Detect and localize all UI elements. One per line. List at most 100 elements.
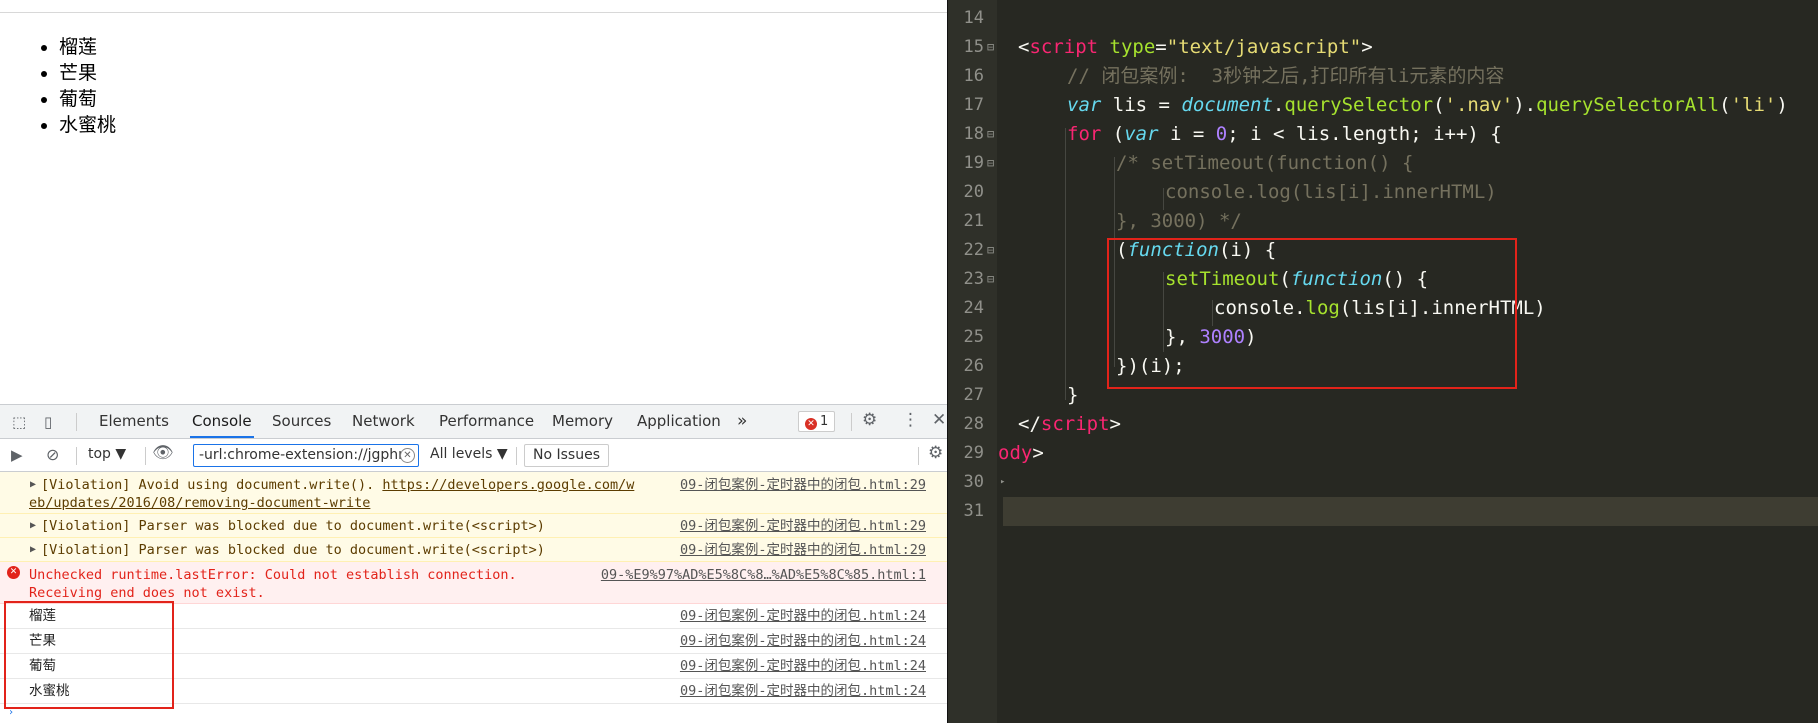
tab-memory[interactable]: Memory bbox=[552, 405, 613, 438]
console-error-row: ✕ Unchecked runtime.lastError: Could not… bbox=[0, 562, 947, 604]
list-item: 水蜜桃 bbox=[59, 112, 116, 138]
message-link-continued[interactable]: eb/updates/2016/08/removing-document-wri… bbox=[29, 494, 370, 512]
console-warning-row: ▶ [Violation] Parser was blocked due to … bbox=[0, 538, 947, 562]
fruit-list: 榴莲 芒果 葡萄 水蜜桃 bbox=[59, 34, 116, 138]
message-source-link[interactable]: 09-闭包案例-定时器中的闭包.html:24 bbox=[680, 682, 926, 700]
sidebar-toggle-icon[interactable]: ▶ bbox=[11, 447, 23, 463]
line-number: 31 bbox=[963, 501, 984, 521]
code-text: var lis = document.querySelector('.nav')… bbox=[1067, 94, 1788, 116]
line-number: 20 bbox=[963, 182, 984, 202]
error-icon: ✕ bbox=[7, 566, 20, 579]
console-toolbar: ▶ ⊘ top ▼ 👁 -url:chrome-extension://jgph… bbox=[0, 439, 947, 472]
warning-message: [Violation] Avoid using document.write()… bbox=[41, 476, 634, 494]
indent-guide bbox=[1065, 128, 1066, 400]
chevron-down-icon: ▼ bbox=[115, 446, 127, 462]
warning-message: [Violation] Parser was blocked due to do… bbox=[41, 542, 545, 558]
line-number: 17 bbox=[963, 95, 984, 115]
line-number: 15 bbox=[963, 37, 984, 57]
more-tabs-button[interactable]: » bbox=[737, 405, 747, 438]
list-item: 芒果 bbox=[59, 60, 116, 86]
line-number: 19 bbox=[963, 153, 984, 173]
message-source-link[interactable]: 09-%E9%97%AD%E5%8C%8…%AD%E5%8C%85.html:1 bbox=[601, 566, 926, 584]
warning-message: [Violation] Parser was blocked due to do… bbox=[41, 518, 545, 534]
code-editor: 14 15 ⊟ <script type="text/javascript"> … bbox=[947, 0, 1818, 723]
filter-text: -url:chrome-extension://jgphn bbox=[199, 447, 407, 463]
tab-application[interactable]: Application bbox=[637, 405, 721, 438]
error-message-continued: Receiving end does not exist. bbox=[29, 585, 265, 601]
clear-console-icon[interactable]: ⊘ bbox=[46, 447, 59, 463]
code-line: 19 ⊟ /* setTimeout(function() { bbox=[948, 149, 1818, 178]
code-comment: /* setTimeout(function() { bbox=[1116, 152, 1414, 174]
more-options-icon[interactable]: ⋮ bbox=[902, 412, 919, 429]
tab-console[interactable]: Console bbox=[190, 405, 254, 438]
expand-triangle-icon[interactable]: ▶ bbox=[30, 517, 36, 535]
fold-marker-icon[interactable]: ⊟ bbox=[987, 33, 994, 62]
issues-button[interactable]: No Issues bbox=[524, 444, 609, 467]
error-message: Unchecked runtime.lastError: Could not e… bbox=[29, 567, 517, 583]
code-line: 15 ⊟ <script type="text/javascript"> bbox=[948, 33, 1818, 62]
code-comment: console.log(lis[i].innerHTML) bbox=[1165, 181, 1497, 203]
code-text: <script type="text/javascript"> bbox=[1018, 36, 1373, 58]
message-source-link[interactable]: 09-闭包案例-定时器中的闭包.html:24 bbox=[680, 607, 926, 625]
line-number: 18 bbox=[963, 124, 984, 144]
close-icon[interactable]: ✕ bbox=[932, 412, 946, 429]
code-line: 18 ⊟ for (var i = 0; i < lis.length; i++… bbox=[948, 120, 1818, 149]
context-selector[interactable]: top ▼ bbox=[88, 446, 126, 462]
code-text: } bbox=[1067, 384, 1079, 406]
highlight-box bbox=[1107, 238, 1517, 389]
live-expression-eye-icon[interactable]: 👁 bbox=[152, 445, 174, 462]
fold-marker-icon[interactable]: ⊟ bbox=[987, 265, 994, 294]
console-warning-row: ▶ [Violation] Parser was blocked due to … bbox=[0, 514, 947, 538]
line-number: 25 bbox=[963, 327, 984, 347]
fold-arrow-icon[interactable]: ▸ bbox=[1000, 468, 1005, 497]
line-number: 21 bbox=[963, 211, 984, 231]
highlight-box bbox=[4, 601, 174, 709]
tab-sources[interactable]: Sources bbox=[272, 405, 331, 438]
inspect-element-icon[interactable]: ⬚ bbox=[12, 414, 26, 430]
clear-filter-icon[interactable]: ✕ bbox=[400, 448, 415, 463]
indent-guide bbox=[1163, 188, 1164, 210]
code-line: 29 ody> bbox=[948, 439, 1818, 468]
tab-network[interactable]: Network bbox=[352, 405, 415, 438]
expand-triangle-icon[interactable]: ▶ bbox=[30, 476, 36, 494]
code-line: 17 var lis = document.querySelector('.na… bbox=[948, 91, 1818, 120]
context-label: top bbox=[88, 446, 111, 462]
code-line: 20 console.log(lis[i].innerHTML) bbox=[948, 178, 1818, 207]
code-line: 16 // 闭包案例: 3秒钟之后,打印所有li元素的内容 bbox=[948, 62, 1818, 91]
page-top-border bbox=[0, 12, 947, 13]
tab-elements[interactable]: Elements bbox=[99, 405, 169, 438]
line-number: 29 bbox=[963, 443, 984, 463]
tab-performance[interactable]: Performance bbox=[439, 405, 534, 438]
log-levels-dropdown[interactable]: All levels ▼ bbox=[430, 446, 508, 462]
fold-marker-icon[interactable]: ⊟ bbox=[987, 120, 994, 149]
message-source-link[interactable]: 09-闭包案例-定时器中的闭包.html:29 bbox=[680, 476, 926, 494]
settings-gear-icon[interactable]: ⚙ bbox=[862, 412, 877, 429]
console-settings-gear-icon[interactable]: ⚙ bbox=[928, 445, 943, 462]
line-number: 30 bbox=[963, 472, 984, 492]
code-line: 14 bbox=[948, 4, 1818, 33]
browser-page: 榴莲 芒果 葡萄 水蜜桃 ⬚ ▯ Elements Console Source… bbox=[0, 0, 947, 723]
message-source-link[interactable]: 09-闭包案例-定时器中的闭包.html:29 bbox=[680, 541, 926, 559]
console-output: ▶ [Violation] Avoid using document.write… bbox=[0, 472, 947, 723]
fold-marker-icon[interactable]: ⊟ bbox=[987, 149, 994, 178]
device-toolbar-icon[interactable]: ▯ bbox=[44, 414, 52, 430]
code-line: 31 bbox=[948, 497, 1818, 526]
expand-triangle-icon[interactable]: ▶ bbox=[30, 541, 36, 559]
message-source-link[interactable]: 09-闭包案例-定时器中的闭包.html:29 bbox=[680, 517, 926, 535]
line-number: 28 bbox=[963, 414, 984, 434]
message-source-link[interactable]: 09-闭包案例-定时器中的闭包.html:24 bbox=[680, 632, 926, 650]
error-count: 1 bbox=[820, 414, 829, 429]
divider bbox=[76, 413, 77, 431]
code-line: 21 }, 3000) */ bbox=[948, 207, 1818, 236]
devtools-panel: ⬚ ▯ Elements Console Sources Network Per… bbox=[0, 404, 947, 723]
message-link[interactable]: https://developers.google.com/w bbox=[382, 477, 634, 493]
message-text: [Violation] Avoid using document.write()… bbox=[41, 477, 383, 493]
code-line: 28 </script> bbox=[948, 410, 1818, 439]
fold-marker-icon[interactable]: ⊟ bbox=[987, 236, 994, 265]
console-filter-input[interactable]: -url:chrome-extension://jgphn ✕ bbox=[193, 444, 419, 467]
error-count-badge[interactable]: ✕ 1 bbox=[798, 411, 836, 432]
list-item: 榴莲 bbox=[59, 34, 116, 60]
line-number: 24 bbox=[963, 298, 984, 318]
message-source-link[interactable]: 09-闭包案例-定时器中的闭包.html:24 bbox=[680, 657, 926, 675]
code-text: ody> bbox=[998, 442, 1044, 464]
